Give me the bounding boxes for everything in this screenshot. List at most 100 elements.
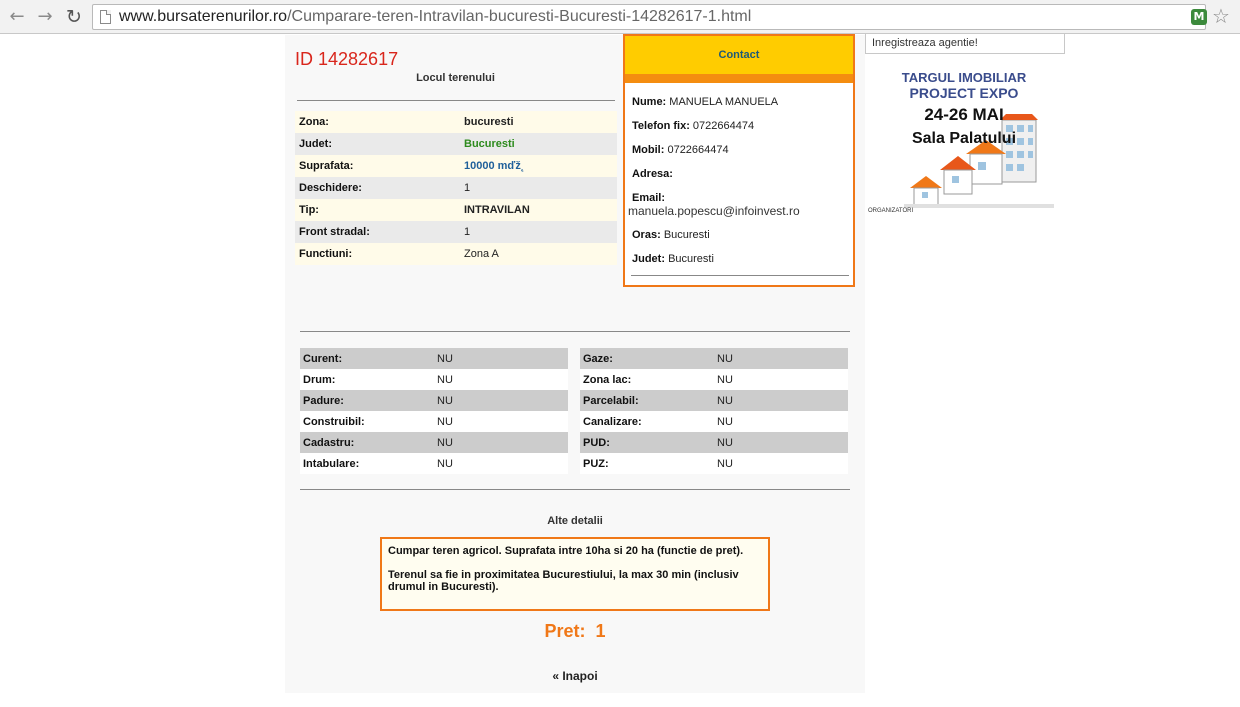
table-row: Deschidere: 1 [295, 177, 617, 199]
utility-label: Cadastru: [300, 432, 434, 453]
houses-illustration-icon [904, 114, 1054, 208]
table-row: Construibil: NU [300, 411, 568, 432]
contact-phone: Telefon fix: 0722664474 [632, 120, 754, 132]
divider [300, 489, 850, 490]
utility-value: NU [714, 369, 848, 390]
contact-city-label: Oras: [632, 229, 661, 241]
detail-label: Tip: [295, 199, 460, 221]
contact-title: Contact [625, 36, 853, 74]
utility-label: Construibil: [300, 411, 434, 432]
table-row: Suprafata: 10000 mďž˛ [295, 155, 617, 177]
utility-value: NU [434, 348, 568, 369]
back-link[interactable]: « Inapoi [285, 669, 865, 683]
contact-county-label: Judet: [632, 253, 665, 265]
table-row: Padure: NU [300, 390, 568, 411]
register-agency-link[interactable]: Inregistreaza agentie! [865, 33, 1065, 54]
extension-icon[interactable]: M [1191, 9, 1207, 25]
utility-value: NU [714, 432, 848, 453]
detail-value: Zona A [460, 243, 617, 265]
table-row: Judet: Bucuresti [295, 133, 617, 155]
detail-label: Judet: [295, 133, 460, 155]
utility-value: NU [434, 369, 568, 390]
contact-address: Adresa: [632, 168, 673, 180]
detail-value: bucuresti [460, 111, 617, 133]
ad-line-2: PROJECT EXPO [909, 85, 1019, 101]
detail-label: Functiuni: [295, 243, 460, 265]
utility-value: NU [434, 432, 568, 453]
table-row: PUZ: NU [580, 453, 848, 474]
utility-label: PUZ: [580, 453, 714, 474]
utility-label: Zona lac: [580, 369, 714, 390]
contact-name-value: MANUELA MANUELA [669, 96, 779, 108]
page-icon [100, 10, 111, 24]
contact-phone-label: Telefon fix: [632, 120, 690, 132]
detail-label: Suprafata: [295, 155, 460, 177]
table-row: Curent: NU [300, 348, 568, 369]
utility-value: NU [434, 411, 568, 432]
utilities-right-table: Gaze: NU Zona lac: NU Parcelabil: NU Canali… [580, 348, 848, 474]
utility-value: NU [714, 453, 848, 474]
utility-value: NU [434, 453, 568, 474]
description-paragraph: Cumpar teren agricol. Suprafata intre 10… [388, 545, 744, 557]
detail-value: 1 [460, 177, 617, 199]
contact-phone-value[interactable]: 0722664474 [693, 120, 754, 132]
contact-box: Contact Nume: MANUELA MANUELA Telefon fi… [623, 34, 855, 287]
forward-arrow-icon[interactable]: → [34, 6, 56, 28]
table-row: Functiuni: Zona A [295, 243, 617, 265]
back-arrow-icon[interactable]: ← [6, 6, 28, 28]
location-title: Locul terenului [416, 72, 495, 84]
table-row: Parcelabil: NU [580, 390, 848, 411]
detail-value: INTRAVILAN [460, 199, 617, 221]
price: Pret: 1 [285, 621, 865, 642]
detail-value: 1 [460, 221, 617, 243]
ad-line-3: 24-26 MAI [924, 105, 1004, 124]
contact-name: Nume: MANUELA MANUELA [632, 96, 778, 108]
table-row: Tip: INTRAVILAN [295, 199, 617, 221]
contact-mobile-label: Mobil: [632, 144, 665, 156]
details-table: Zona: bucuresti Judet: Bucuresti Suprafata… [295, 111, 617, 265]
table-row: Zona lac: NU [580, 369, 848, 390]
contact-county: Judet: Bucuresti [632, 253, 714, 265]
contact-mobile-value[interactable]: 0722664474 [667, 144, 728, 156]
bookmark-star-icon[interactable]: ☆ [1212, 5, 1230, 27]
reload-icon[interactable]: ↻ [63, 6, 85, 28]
contact-email-label: Email: [632, 192, 666, 204]
utility-label: Parcelabil: [580, 390, 714, 411]
contact-city: Oras: Bucuresti [632, 229, 710, 241]
table-row: Zona: bucuresti [295, 111, 617, 133]
divider [300, 331, 850, 332]
address-bar[interactable]: www.bursaterenurilor.ro/Cumparare-teren-… [92, 4, 1207, 30]
description-paragraph: Terenul sa fie in proximitatea Bucuresti… [388, 569, 739, 593]
price-label: Pret: [544, 621, 586, 641]
utility-label: Drum: [300, 369, 434, 390]
expo-banner[interactable]: TARGUL IMOBILIAR PROJECT EXPO 24-26 MAI … [866, 60, 1066, 220]
detail-label: Front stradal: [295, 221, 460, 243]
detail-value: Bucuresti [460, 133, 617, 155]
table-row: Front stradal: 1 [295, 221, 617, 243]
table-row: Drum: NU [300, 369, 568, 390]
table-row: Gaze: NU [580, 348, 848, 369]
listing-id-title: ID 14282617 [295, 49, 399, 69]
url-path: /Cumparare-teren-Intravilan-bucuresti-Bu… [287, 8, 752, 25]
utility-label: Intabulare: [300, 453, 434, 474]
price-value: 1 [595, 621, 606, 641]
detail-value: 10000 mďž˛ [460, 155, 617, 177]
utility-label: Canalizare: [580, 411, 714, 432]
contact-city-value: Bucuresti [663, 229, 710, 241]
other-details-title: Alte detalii [547, 515, 603, 527]
url-text[interactable]: www.bursaterenurilor.ro/Cumparare-teren-… [119, 8, 751, 26]
table-row: PUD: NU [580, 432, 848, 453]
contact-county-value: Bucuresti [668, 253, 714, 265]
contact-email-value[interactable]: manuela.popescu@infoinvest.ro [628, 204, 800, 218]
table-row: Cadastru: NU [300, 432, 568, 453]
utility-value: NU [714, 348, 848, 369]
detail-label: Zona: [295, 111, 460, 133]
utility-label: Padure: [300, 390, 434, 411]
ad-line-4: Sala Palatului [911, 130, 1017, 147]
contact-name-label: Nume: [632, 96, 667, 108]
table-row: Intabulare: NU [300, 453, 568, 474]
utility-value: NU [714, 411, 848, 432]
detail-label: Deschidere: [295, 177, 460, 199]
ad-line-1: TARGUL IMOBILIAR [901, 70, 1027, 85]
utility-value: NU [714, 390, 848, 411]
